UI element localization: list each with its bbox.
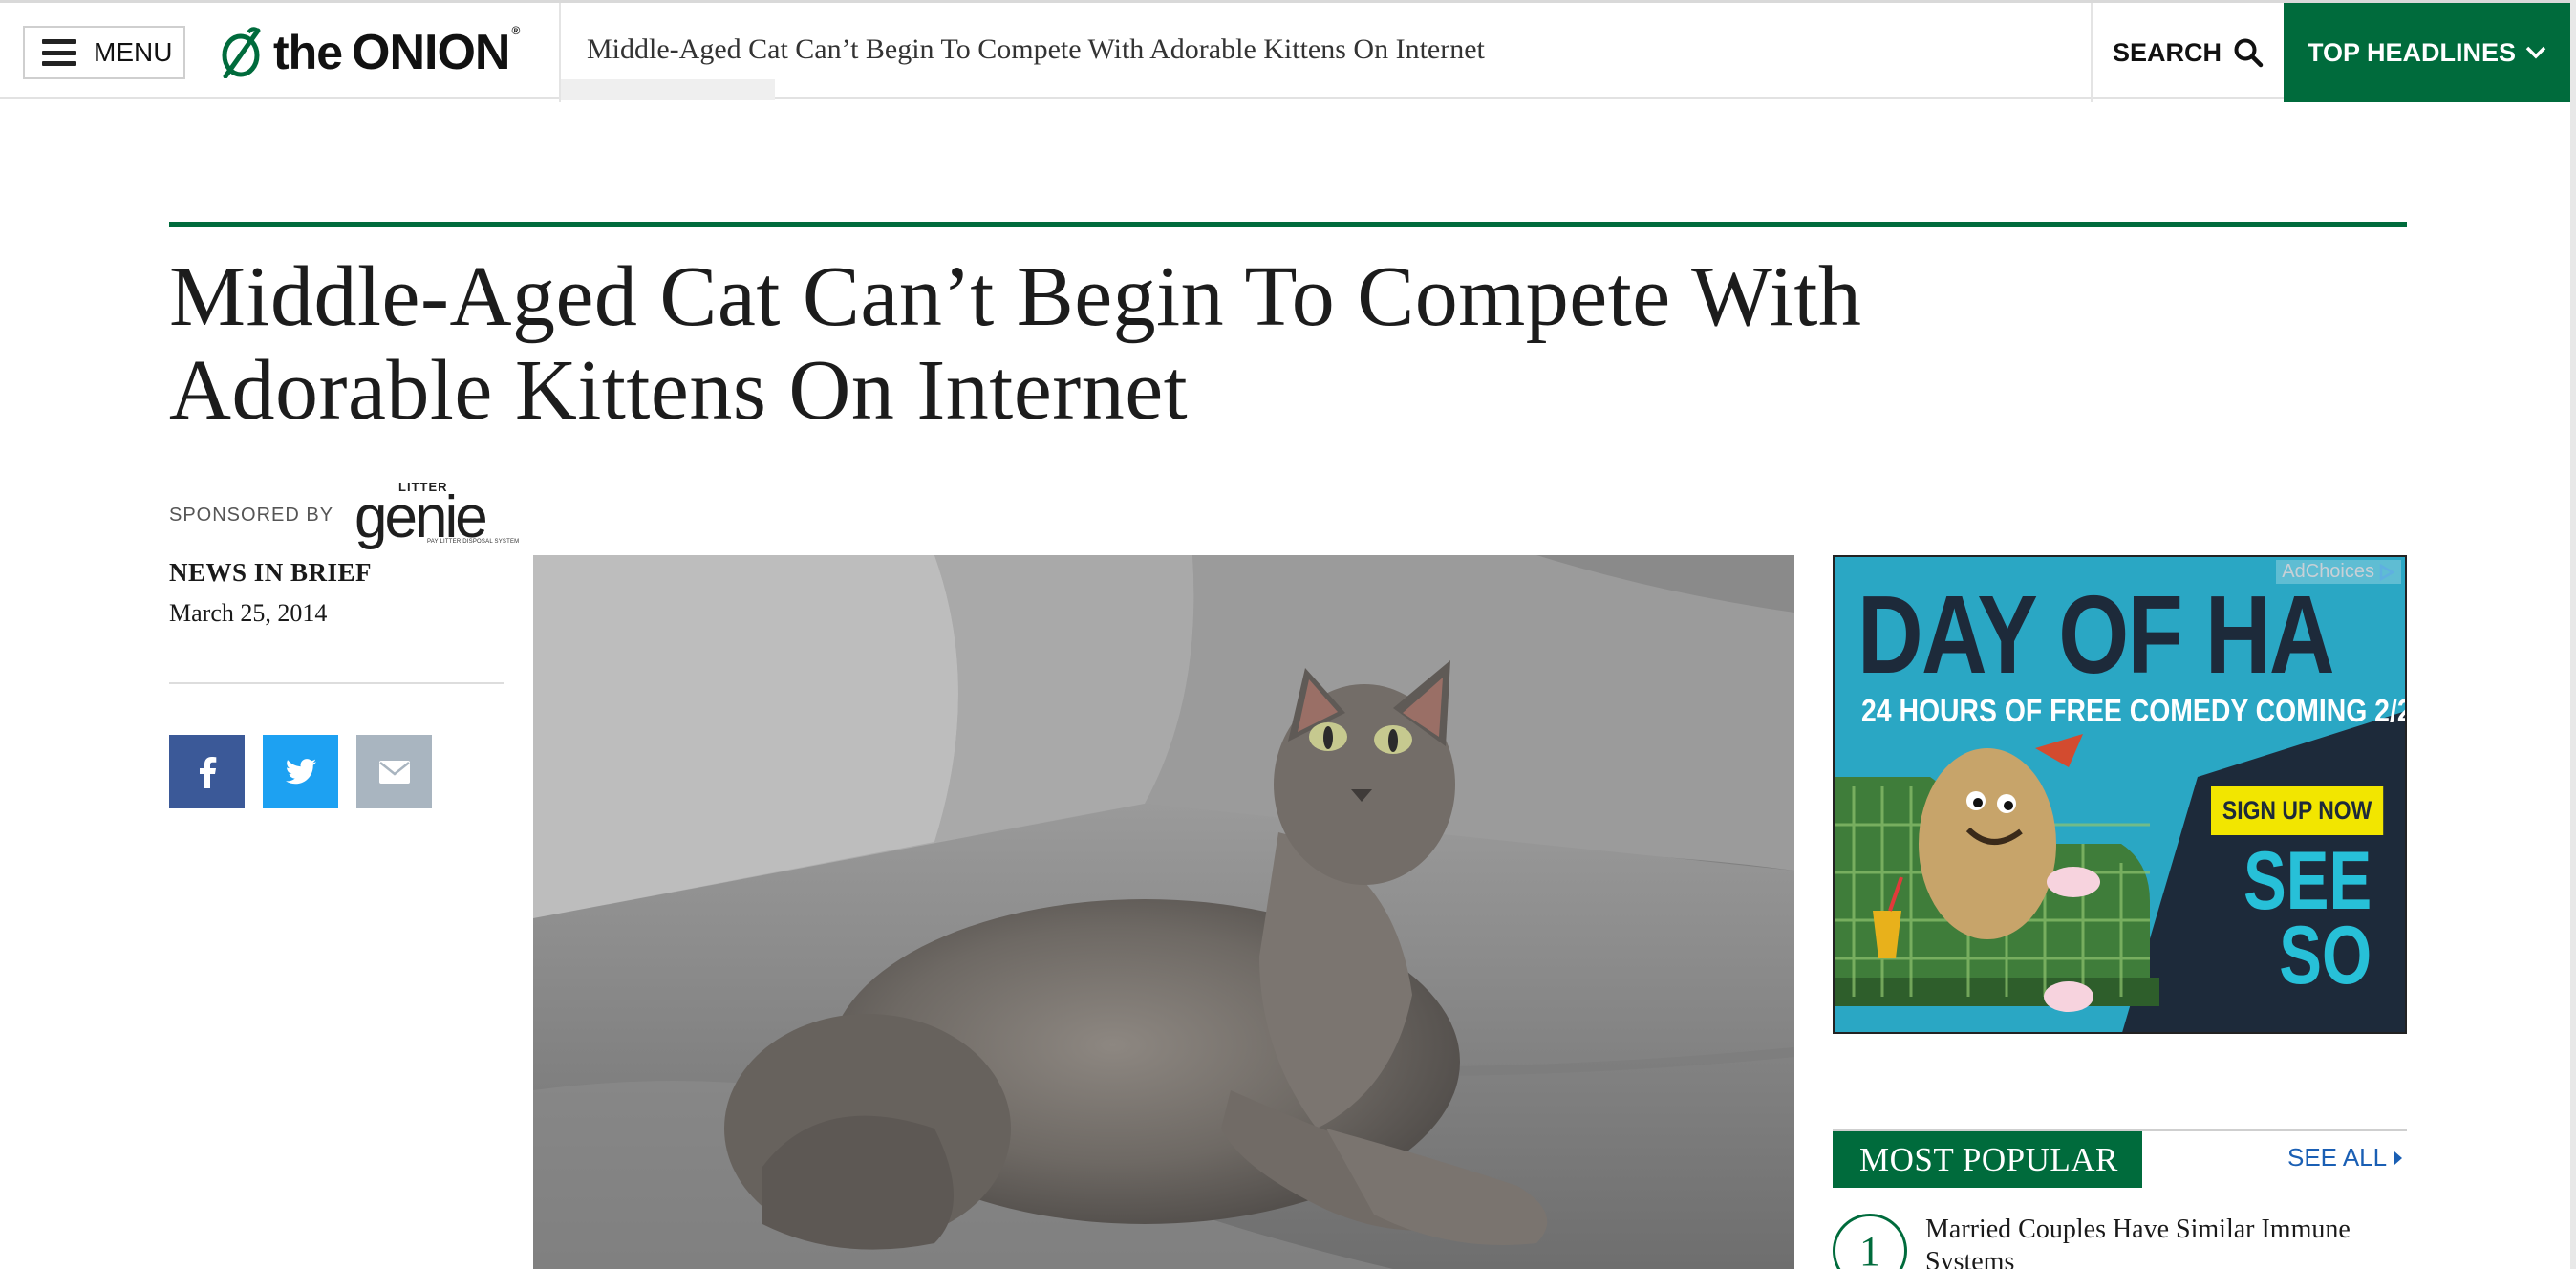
section-label[interactable]: NEWS IN BRIEF (169, 558, 372, 588)
article-date: March 25, 2014 (169, 599, 328, 627)
top-headlines-button[interactable]: TOP HEADLINES (2284, 3, 2570, 102)
window-edge (2570, 0, 2576, 1269)
chevron-down-icon (2525, 46, 2546, 59)
twitter-icon (285, 758, 316, 784)
sponsor-logo-subtext: PAY LITTER DISPOSAL SYSTEM (427, 539, 520, 545)
header-article-title: Middle-Aged Cat Can’t Begin To Compete W… (587, 33, 1485, 65)
most-popular-item-title[interactable]: Married Couples Have Similar Immune Syst… (1925, 1214, 2403, 1269)
see-all-label: SEE ALL (2287, 1143, 2388, 1172)
search-icon (2234, 38, 2264, 68)
menu-button[interactable]: MENU (23, 26, 185, 79)
advertisement-banner[interactable]: AdChoices DAY OF HA 24 HOURS OF FREE COM… (1833, 555, 2407, 1034)
adchoices-icon (2379, 563, 2395, 581)
most-popular-rank: 1 (1833, 1214, 1907, 1269)
menu-label: MENU (94, 37, 173, 67)
search-button[interactable]: SEARCH (2091, 3, 2284, 102)
cat-on-sofa-image (533, 555, 1794, 1269)
top-navigation-bar: MENU the ONION ® Middle-Aged Cat Can’t Beg… (0, 0, 2576, 102)
top-headlines-label: TOP HEADLINES (2307, 37, 2517, 67)
the-onion-logo[interactable]: the ONION ® (220, 24, 520, 81)
meta-divider (169, 682, 504, 684)
onion-icon (222, 27, 261, 78)
ad-title: DAY OF HA (1857, 572, 2335, 697)
ad-see-text: SEE SO (2243, 840, 2372, 997)
email-share-button[interactable] (356, 735, 432, 808)
facebook-icon (199, 756, 216, 788)
email-icon (378, 760, 410, 784)
hamburger-icon (42, 39, 76, 66)
logo-the-text: the (273, 26, 343, 79)
ad-see-line2: SO (2279, 910, 2372, 1001)
search-label: SEARCH (2112, 37, 2222, 67)
sponsored-label: SPONSORED BY (169, 504, 334, 526)
headline-rule (169, 222, 2407, 227)
twitter-share-button[interactable] (263, 735, 338, 808)
logo-onion-text: ONION (352, 25, 510, 80)
sponsor-logo-word: genie (354, 484, 488, 550)
most-popular-heading: MOST POPULAR (1833, 1131, 2142, 1188)
sponsored-by: SPONSORED BY LITTER genie PAY LITTER DIS… (169, 480, 519, 550)
article-headline: Middle-Aged Cat Can’t Begin To Compete W… (169, 249, 1862, 438)
article-hero-image[interactable] (533, 555, 1794, 1269)
facebook-share-button[interactable] (169, 735, 245, 808)
litter-genie-logo[interactable]: LITTER genie PAY LITTER DISPOSAL SYSTEM (354, 480, 519, 550)
see-all-link[interactable]: SEE ALL (2287, 1143, 2403, 1172)
caret-right-icon (2394, 1151, 2403, 1165)
reading-progress-bar (561, 79, 775, 100)
ad-signup-button[interactable]: SIGN UP NOW (2211, 786, 2384, 835)
logo-registered-mark: ® (511, 24, 520, 37)
ad-subtitle: 24 HOURS OF FREE COMEDY COMING 2/21 (1861, 693, 2407, 728)
